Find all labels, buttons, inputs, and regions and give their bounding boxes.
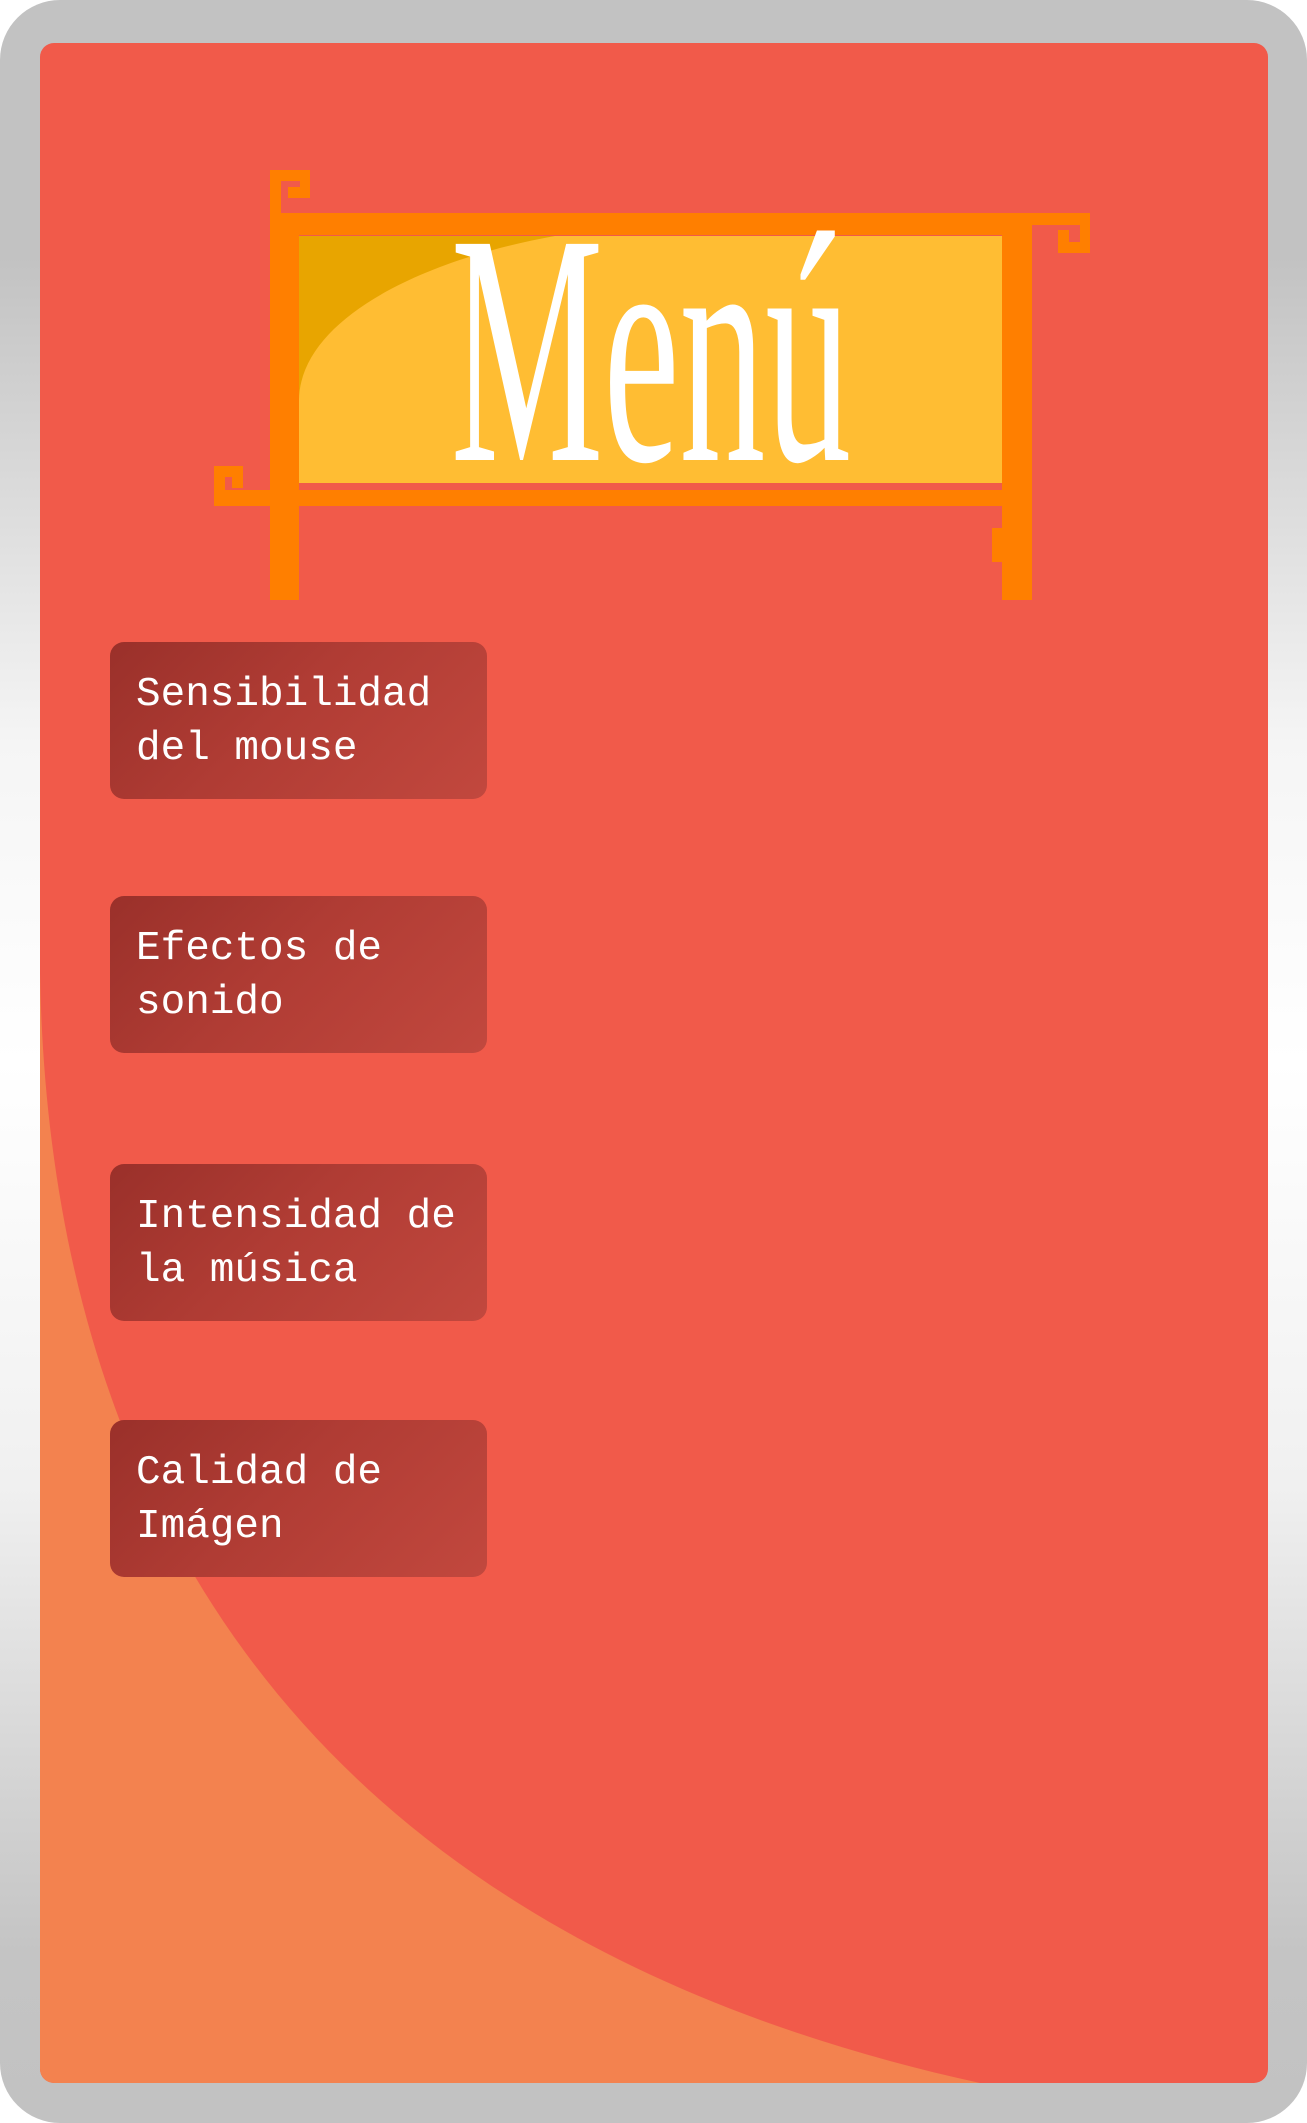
music-intensity-button[interactable]: Intensidad de la música — [110, 1164, 487, 1321]
image-quality-button[interactable]: Calidad de Imágen — [110, 1420, 487, 1577]
sound-effects-button[interactable]: Efectos de sonido — [110, 896, 487, 1053]
button-label: Efectos de sonido — [136, 926, 407, 1026]
menu-title-text: Menú — [450, 166, 851, 532]
menu-title: Menú — [299, 184, 1002, 514]
button-label: Calidad de Imágen — [136, 1450, 407, 1550]
button-label: Intensidad de la música — [136, 1194, 481, 1294]
mouse-sensitivity-button[interactable]: Sensibilidad del mouse — [110, 642, 487, 799]
button-label: Sensibilidad del mouse — [136, 672, 456, 772]
